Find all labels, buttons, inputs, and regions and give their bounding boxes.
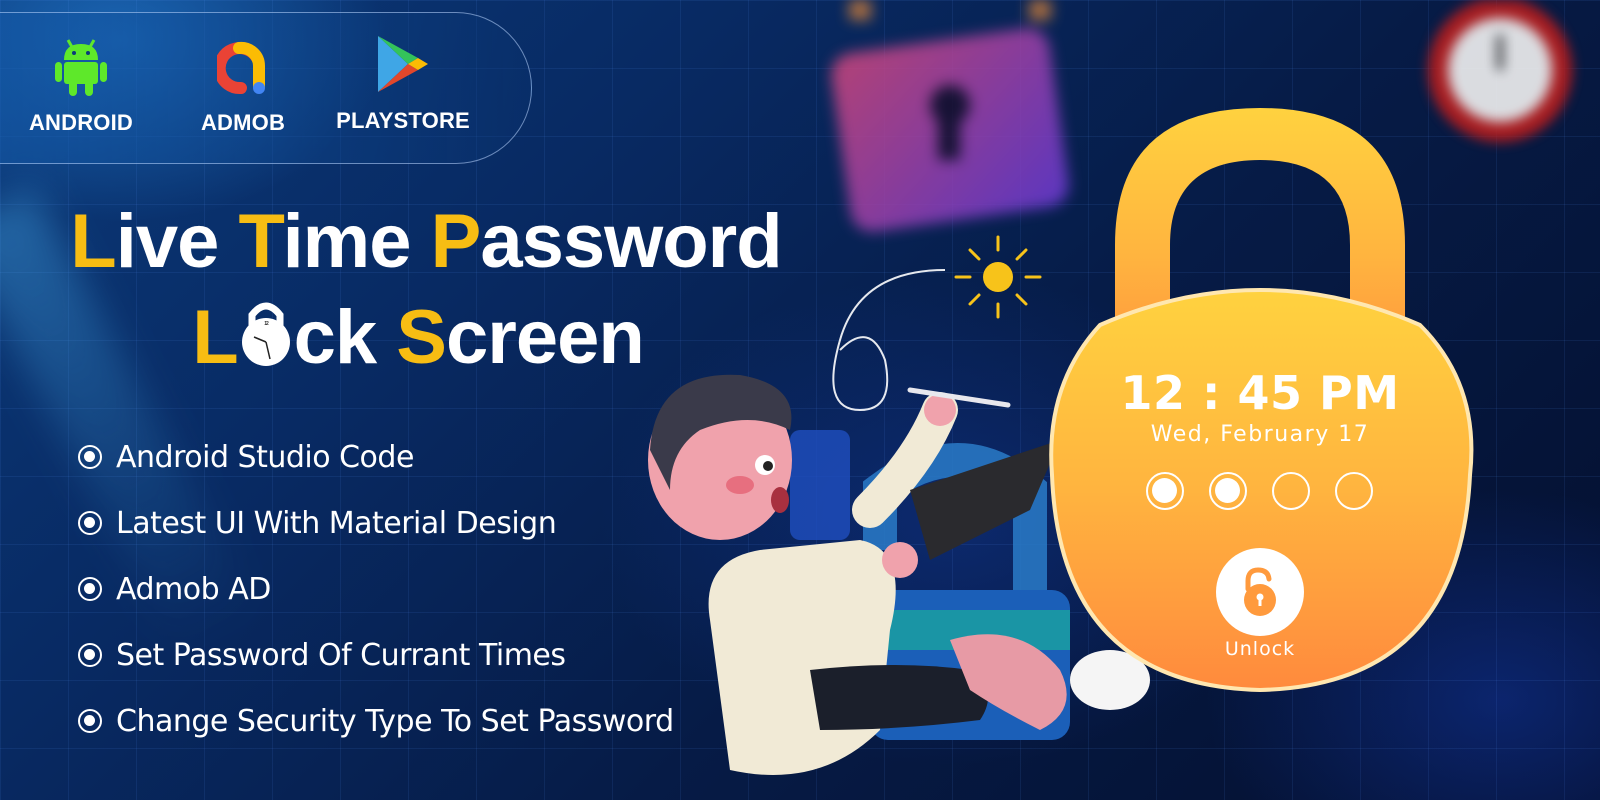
list-item: Latest UI With Material Design <box>78 490 674 556</box>
title-accent-letter: T <box>238 199 284 284</box>
platform-label: ADMOB <box>200 110 286 135</box>
feature-text: Change Security Type To Set Password <box>116 703 674 739</box>
platform-label: ANDROID <box>28 110 134 135</box>
radio-bullet-icon <box>78 643 102 667</box>
sun-icon <box>954 235 1042 319</box>
title-text: creen <box>445 295 645 380</box>
pin-dot-filled <box>1209 472 1247 510</box>
platform-admob: ADMOB <box>168 0 318 136</box>
title-text: ive <box>115 199 239 284</box>
radio-bullet-icon <box>78 445 102 469</box>
radio-bullet-icon <box>78 577 102 601</box>
pin-dot-empty <box>1335 472 1373 510</box>
feature-text: Admob AD <box>116 571 271 607</box>
playstore-icon <box>376 28 430 94</box>
title-text: assword <box>480 199 782 284</box>
list-item: Set Password Of Currant Times <box>78 622 674 688</box>
title-line-2: L 12 ck Screen <box>0 294 848 381</box>
feature-list: Android Studio Code Latest UI With Mater… <box>78 424 674 754</box>
title-text: ck <box>293 295 397 380</box>
clock-lock-icon: 12 <box>240 297 292 367</box>
platform-playstore: PLAYSTORE <box>328 0 478 134</box>
radio-bullet-icon <box>78 511 102 535</box>
platform-android: ANDROID <box>6 0 156 136</box>
unlock-button[interactable] <box>1216 548 1304 636</box>
unlock-padlock-icon <box>1244 567 1276 616</box>
title-line-1: Live Time Password <box>0 198 856 285</box>
pin-indicator <box>1146 472 1373 510</box>
title-text: ime <box>282 199 431 284</box>
list-item: Android Studio Code <box>78 424 674 490</box>
feature-text: Android Studio Code <box>116 439 414 475</box>
platform-label: PLAYSTORE <box>336 108 470 133</box>
list-item: Admob AD <box>78 556 674 622</box>
unlock-label: Unlock <box>1224 638 1296 660</box>
admob-icon <box>217 32 269 96</box>
radio-bullet-icon <box>78 709 102 733</box>
android-icon <box>55 32 107 96</box>
lock-time: 12 : 45 PM <box>1120 366 1400 420</box>
pin-dot-filled <box>1146 472 1184 510</box>
feature-text: Latest UI With Material Design <box>116 505 557 541</box>
title-accent-letter: L <box>192 295 238 380</box>
pin-dot-empty <box>1272 472 1310 510</box>
title-accent-letter: P <box>430 199 482 284</box>
title-accent-letter: L <box>70 199 116 284</box>
feature-text: Set Password Of Currant Times <box>116 637 566 673</box>
list-item: Change Security Type To Set Password <box>78 688 674 754</box>
lock-date: Wed, February 17 <box>1150 422 1370 447</box>
title-accent-letter: S <box>396 295 447 380</box>
